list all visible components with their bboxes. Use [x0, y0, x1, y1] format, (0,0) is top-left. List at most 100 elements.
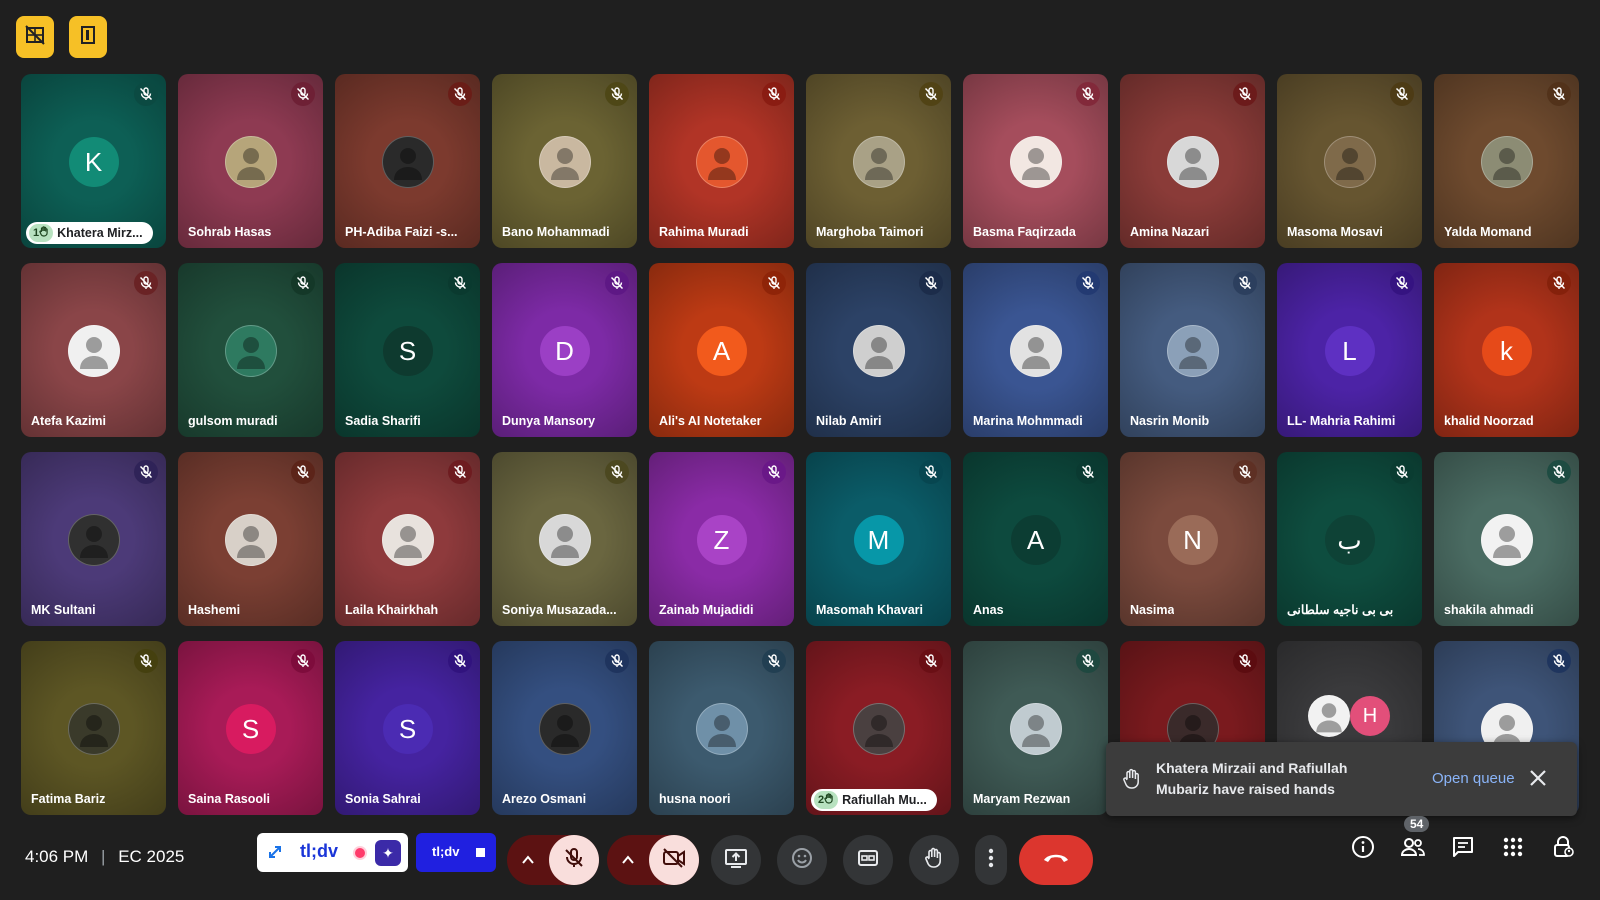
participant-tile[interactable]: Bano Mohammadi — [492, 74, 637, 248]
avatar — [224, 325, 277, 377]
participant-tile[interactable]: S Saina Rasooli — [178, 641, 323, 815]
participant-tile[interactable]: husna noori — [649, 641, 794, 815]
raise-hand-button[interactable] — [909, 835, 959, 885]
avatar — [695, 703, 748, 755]
participant-tile[interactable]: M Masomah Khavari — [806, 452, 951, 626]
participant-tile[interactable]: Sohrab Hasas — [178, 74, 323, 248]
avatar — [1166, 136, 1219, 188]
turn-on-camera-button[interactable] — [649, 835, 699, 885]
participant-tile[interactable]: gulsom muradi — [178, 263, 323, 437]
participant-tile[interactable]: Maryam Rezwan — [963, 641, 1108, 815]
open-queue-link[interactable]: Open queue — [1432, 770, 1515, 787]
participant-tile[interactable]: Masoma Mosavi — [1277, 74, 1422, 248]
close-icon[interactable] — [1528, 768, 1548, 793]
ai-sparkle-icon[interactable]: ✦ — [375, 840, 401, 866]
participant-name: Saina Rasooli — [188, 792, 270, 806]
tldv-record-button[interactable]: tl;dv — [416, 833, 496, 872]
visual-effects-off-button[interactable] — [16, 16, 54, 58]
participant-tile[interactable]: Soniya Musazada... — [492, 452, 637, 626]
participant-tile[interactable]: D Dunya Mansory — [492, 263, 637, 437]
mic-off-icon — [762, 460, 786, 484]
participant-name: Hashemi — [188, 603, 241, 617]
participant-tile[interactable]: PH-Adiba Faizi -s... — [335, 74, 480, 248]
leave-call-button[interactable] — [1019, 835, 1093, 885]
reactions-button[interactable] — [777, 835, 827, 885]
tldv-extension-widget[interactable]: tl;dv ✦ — [257, 833, 408, 872]
divider: | — [101, 847, 106, 866]
door-exit-icon — [78, 25, 98, 50]
host-controls-button[interactable] — [1546, 832, 1580, 866]
captions-button[interactable] — [843, 835, 893, 885]
participant-tile[interactable]: 2 Rafiullah Mu... — [806, 641, 951, 815]
present-screen-button[interactable] — [711, 835, 761, 885]
avatar — [381, 514, 434, 566]
participant-tile[interactable]: Basma Faqirzada — [963, 74, 1108, 248]
participant-tile[interactable]: Marghoba Taimori — [806, 74, 951, 248]
mic-off-icon — [605, 460, 629, 484]
avatar: H — [1350, 696, 1390, 736]
participant-tile[interactable]: Yalda Momand — [1434, 74, 1579, 248]
participant-count-badge: 54 — [1404, 816, 1430, 832]
participant-tile[interactable]: Laila Khairkhah — [335, 452, 480, 626]
participant-name: Marghoba Taimori — [816, 225, 924, 239]
avatar — [67, 325, 120, 377]
mic-off-icon — [134, 460, 158, 484]
avatar — [538, 703, 591, 755]
participant-tile[interactable]: Nilab Amiri — [806, 263, 951, 437]
participant-name: Nilab Amiri — [816, 414, 882, 428]
expand-icon[interactable] — [267, 844, 283, 865]
participant-tile[interactable]: S Sadia Sharifi — [335, 263, 480, 437]
participant-tile[interactable]: shakila ahmadi — [1434, 452, 1579, 626]
activities-button[interactable] — [1496, 832, 1530, 866]
raised-hand-order-badge: 1 — [29, 224, 54, 242]
mic-off-icon — [1076, 649, 1100, 673]
video-options-chevron-icon[interactable] — [621, 853, 635, 871]
participant-tile[interactable]: Hashemi — [178, 452, 323, 626]
participant-tile[interactable]: k khalid Noorzad — [1434, 263, 1579, 437]
mic-off-icon — [134, 271, 158, 295]
avatar: ب — [1324, 515, 1375, 565]
participant-tile[interactable]: L LL- Mahria Rahimi — [1277, 263, 1422, 437]
participant-tile[interactable]: Atefa Kazimi — [21, 263, 166, 437]
participant-name: Anas — [973, 603, 1004, 617]
raised-hand-icon — [1122, 768, 1142, 795]
participant-tile[interactable]: MK Sultani — [21, 452, 166, 626]
mic-off-icon — [1547, 649, 1571, 673]
meeting-details-button[interactable] — [1346, 832, 1380, 866]
unmute-button[interactable] — [549, 835, 599, 885]
participant-name: Khatera Mirz... — [57, 226, 143, 240]
raised-hands-toast: Khatera Mirzaii and Rafiullah Mubariz ha… — [1106, 742, 1577, 816]
companion-mode-button[interactable] — [69, 16, 107, 58]
participant-name: Sadia Sharifi — [345, 414, 421, 428]
participant-tile[interactable]: Marina Mohmmadi — [963, 263, 1108, 437]
participant-tile[interactable]: K 1 Khatera Mirz... — [21, 74, 166, 248]
people-icon — [1400, 836, 1426, 863]
participant-tile[interactable]: Arezo Osmani — [492, 641, 637, 815]
participant-tile[interactable]: A Anas — [963, 452, 1108, 626]
participant-tile[interactable]: Nasrin Monib — [1120, 263, 1265, 437]
avatar — [1480, 136, 1533, 188]
avatar — [1166, 325, 1219, 377]
chat-button[interactable] — [1446, 832, 1480, 866]
avatar: N — [1167, 515, 1218, 565]
captions-icon — [857, 848, 879, 873]
audio-options-chevron-icon[interactable] — [521, 853, 535, 871]
mic-off-icon — [291, 460, 315, 484]
more-options-button[interactable] — [975, 835, 1007, 885]
participant-tile[interactable]: ب بی بی ناجیه سلطانی — [1277, 452, 1422, 626]
mic-off-icon — [919, 460, 943, 484]
mic-off-icon — [291, 649, 315, 673]
participant-name: Bano Mohammadi — [502, 225, 610, 239]
participant-name: Zainab Mujadidi — [659, 603, 754, 617]
people-button[interactable]: 54 — [1396, 816, 1430, 866]
participant-tile[interactable]: A Ali's AI Notetaker — [649, 263, 794, 437]
mic-off-icon — [291, 271, 315, 295]
raised-hand-icon — [824, 793, 834, 807]
participant-name: Fatima Bariz — [31, 792, 106, 806]
participant-tile[interactable]: Fatima Bariz — [21, 641, 166, 815]
participant-tile[interactable]: Rahima Muradi — [649, 74, 794, 248]
participant-tile[interactable]: Amina Nazari — [1120, 74, 1265, 248]
participant-tile[interactable]: Z Zainab Mujadidi — [649, 452, 794, 626]
participant-tile[interactable]: N Nasima — [1120, 452, 1265, 626]
participant-tile[interactable]: S Sonia Sahrai — [335, 641, 480, 815]
